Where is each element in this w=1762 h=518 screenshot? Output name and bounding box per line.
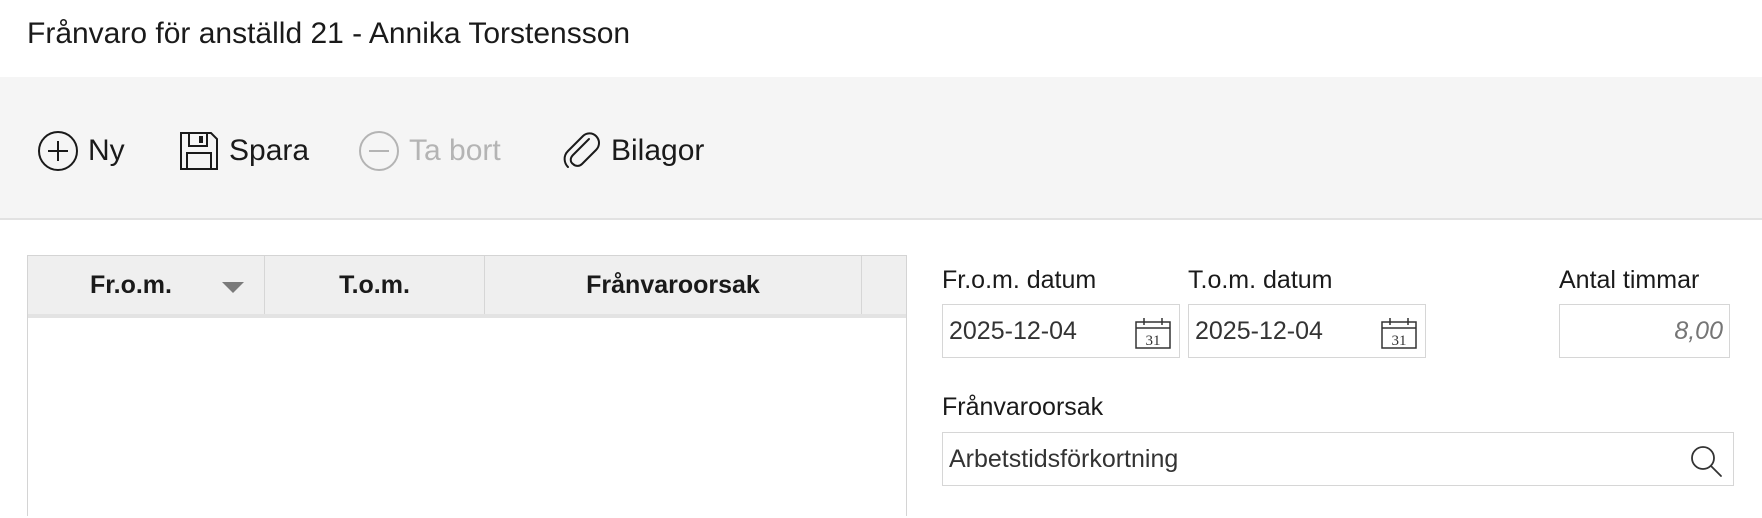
absence-grid: Fr.o.m. T.o.m. Frånvaroorsak <box>27 255 907 516</box>
column-header-reason-label: Frånvaroorsak <box>586 270 760 299</box>
calendar-icon[interactable]: 31 <box>1381 317 1417 349</box>
reason-field[interactable] <box>942 432 1734 486</box>
new-label: Ny <box>88 134 125 167</box>
calendar-icon[interactable]: 31 <box>1135 317 1171 349</box>
hours-label: Antal timmar <box>1559 266 1700 294</box>
calendar-day-text: 31 <box>1146 333 1161 349</box>
paperclip-icon <box>559 129 603 173</box>
from-date-label: Fr.o.m. datum <box>942 266 1097 294</box>
reason-input[interactable] <box>943 444 1733 474</box>
floppy-disk-icon <box>177 129 221 173</box>
attachments-button[interactable]: Bilagor <box>559 121 704 181</box>
new-button[interactable]: Ny <box>36 121 125 181</box>
reason-label: Frånvaroorsak <box>942 393 1104 421</box>
plus-circle-icon <box>36 129 80 173</box>
save-button[interactable]: Spara <box>177 121 309 181</box>
page-title: Frånvaro för anställd 21 - Annika Torste… <box>27 17 631 50</box>
from-date-field[interactable]: 31 <box>942 304 1180 358</box>
column-header-to-label: T.o.m. <box>339 270 410 299</box>
delete-button[interactable]: Ta bort <box>357 121 501 181</box>
hours-input[interactable] <box>1560 316 1729 346</box>
minus-circle-icon <box>357 129 401 173</box>
column-header-from-label: Fr.o.m. <box>90 270 172 299</box>
search-icon[interactable] <box>1689 444 1723 478</box>
save-label: Spara <box>229 134 310 167</box>
column-header-to[interactable]: T.o.m. <box>265 256 485 314</box>
hours-field[interactable] <box>1559 304 1730 358</box>
attachments-label: Bilagor <box>611 134 705 167</box>
grid-header: Fr.o.m. T.o.m. Frånvaroorsak <box>28 256 906 318</box>
grid-body <box>28 318 906 518</box>
to-date-label: T.o.m. datum <box>1188 266 1333 294</box>
column-header-reason[interactable]: Frånvaroorsak <box>485 256 862 314</box>
toolbar: Ny Spara Ta bort Bilagor <box>0 77 1762 220</box>
sort-desc-icon <box>222 282 244 293</box>
column-header-from[interactable]: Fr.o.m. <box>28 256 265 314</box>
calendar-day-text: 31 <box>1392 333 1407 349</box>
delete-label: Ta bort <box>409 134 501 167</box>
to-date-field[interactable]: 31 <box>1188 304 1426 358</box>
